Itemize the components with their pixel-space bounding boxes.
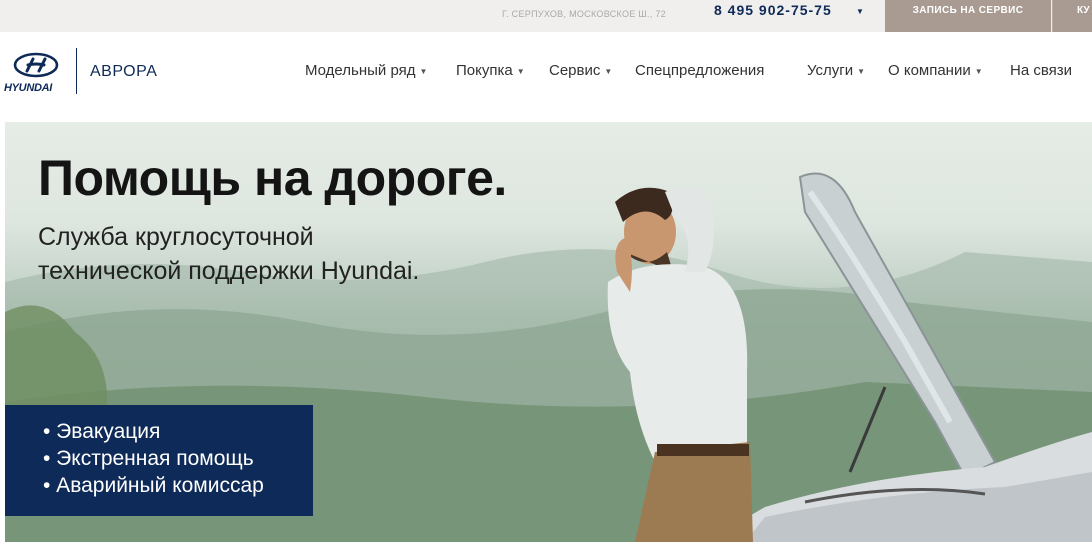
nav-item-service[interactable]: Сервис ▼ [549, 62, 612, 79]
chevron-down-icon: ▼ [516, 66, 525, 76]
features-box: • Эвакуация • Экстренная помощь • Аварий… [5, 405, 313, 516]
hero-subtitle: Служба круглосуточной технической поддер… [38, 220, 419, 288]
nav-item-special-offers[interactable]: Спецпредложения [635, 62, 764, 79]
nav-item-label: Сервис [549, 62, 601, 79]
hyundai-wordmark: HYUNDAI [4, 82, 53, 94]
nav-item-label: Покупка [456, 62, 513, 79]
phone-number[interactable]: 8 495 902-75-75 [714, 2, 832, 18]
nav-item-about[interactable]: О компании ▼ [888, 62, 983, 79]
nav-item-model-range[interactable]: Модельный ряд ▼ [305, 62, 427, 79]
nav-item-label: Услуги [807, 62, 854, 79]
hero-banner[interactable]: Помощь на дороге. Служба круглосуточной … [5, 122, 1092, 542]
feature-item-accident-commissioner: • Аварийный комиссар [43, 474, 264, 497]
hero-subtitle-line-2: технической поддержки Hyundai. [38, 257, 420, 285]
chevron-down-icon: ▼ [974, 66, 983, 76]
phone-dropdown-icon[interactable]: ▼ [856, 7, 864, 16]
feature-item-evacuation: • Эвакуация [43, 420, 161, 443]
nav-item-label: Спецпредложения [635, 62, 765, 79]
dealer-name[interactable]: АВРОРА [90, 63, 157, 81]
top-bar: г. Серпухов, Московское ш., 72 8 495 902… [0, 0, 1092, 32]
hero-subtitle-line-1: Служба круглосуточной [38, 223, 314, 251]
hyundai-logo-icon [13, 52, 59, 78]
main-header: HYUNDAI АВРОРА Модельный ряд ▼ Покупка ▼ С… [0, 32, 1092, 122]
chevron-down-icon: ▼ [604, 66, 613, 76]
service-booking-button[interactable]: Запись на сервис [885, 0, 1051, 32]
logo-divider [76, 48, 77, 94]
feature-item-emergency-help: • Экстренная помощь [43, 447, 254, 470]
nav-item-purchase[interactable]: Покупка ▼ [456, 62, 525, 79]
chevron-down-icon: ▼ [419, 66, 428, 76]
nav-item-label: О компании [888, 62, 971, 79]
hyundai-logo[interactable]: HYUNDAI [4, 52, 66, 96]
nav-item-contacts[interactable]: На связи [1010, 62, 1072, 79]
nav-item-services[interactable]: Услуги ▼ [807, 62, 865, 79]
chevron-down-icon: ▼ [857, 66, 866, 76]
nav-item-label: Модельный ряд [305, 62, 416, 79]
hero-title: Помощь на дороге. [38, 150, 507, 206]
secondary-top-button[interactable]: Ку [1052, 0, 1092, 32]
dealer-address: г. Серпухов, Московское ш., 72 [502, 9, 666, 19]
nav-item-label: На связи [1010, 62, 1073, 79]
